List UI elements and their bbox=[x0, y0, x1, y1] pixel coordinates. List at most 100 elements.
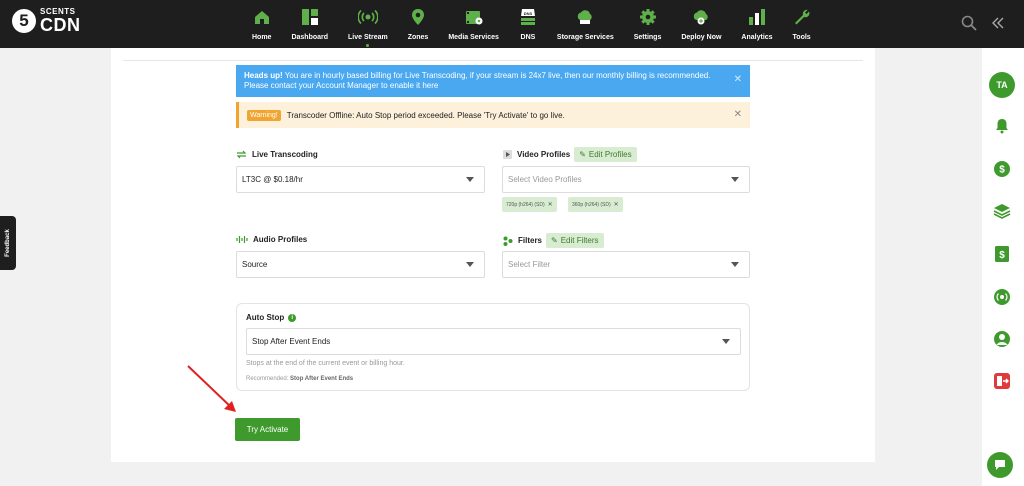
edit-profiles-button[interactable]: ✎ Edit Profiles bbox=[574, 147, 637, 162]
close-icon[interactable]: ✕ bbox=[734, 75, 742, 85]
filter-dots-icon bbox=[503, 236, 513, 246]
info-alert-title: Heads up! bbox=[244, 71, 283, 80]
profile-chip: 720p (h264) (SD) ✕ bbox=[502, 197, 557, 212]
search-icon[interactable] bbox=[961, 15, 977, 36]
nav-label: Settings bbox=[633, 34, 662, 41]
close-icon[interactable]: ✕ bbox=[734, 109, 742, 120]
select-placeholder: Select Video Profiles bbox=[508, 175, 582, 184]
nav-label: Storage Services bbox=[556, 34, 614, 41]
nav-label: Deploy Now bbox=[681, 34, 722, 41]
button-label: Edit Filters bbox=[560, 236, 599, 245]
gear-icon bbox=[639, 6, 657, 28]
label-text: Video Profiles bbox=[517, 150, 571, 159]
warning-badge: Warning! bbox=[247, 109, 281, 121]
chat-icon[interactable] bbox=[987, 452, 1013, 478]
annotation-arrow bbox=[187, 365, 236, 412]
nav-label: Dashboard bbox=[291, 34, 329, 41]
nav-label: Live Stream bbox=[348, 34, 388, 41]
live-transcoding-select[interactable]: LT3C @ $0.18/hr bbox=[236, 166, 485, 193]
cloud-deploy-icon bbox=[691, 6, 711, 28]
media-film-icon bbox=[465, 6, 483, 28]
auto-stop-recommendation: Recommended: Stop After Event Ends bbox=[246, 376, 353, 382]
select-value: Stop After Event Ends bbox=[252, 337, 331, 346]
nav-storage-services[interactable]: Storage Services bbox=[557, 6, 614, 41]
avatar[interactable]: TA bbox=[989, 72, 1015, 98]
rec-label: Recommended: bbox=[246, 376, 289, 382]
bell-icon[interactable] bbox=[992, 116, 1012, 136]
live-broadcast-icon[interactable] bbox=[992, 287, 1012, 307]
label-text: Filters bbox=[518, 236, 543, 245]
nav-label: DNS bbox=[520, 34, 536, 41]
nav-settings[interactable]: Settings bbox=[633, 6, 662, 41]
remove-icon[interactable]: ✕ bbox=[614, 201, 619, 208]
warning-alert: Warning! Transcoder Offline: Auto Stop p… bbox=[236, 102, 750, 128]
filter-select[interactable]: Select Filter bbox=[502, 251, 750, 278]
live-transcoding-label: Live Transcoding bbox=[236, 150, 318, 159]
dashboard-icon bbox=[301, 6, 319, 28]
warning-alert-text: Transcoder Offline: Auto Stop period exc… bbox=[286, 110, 565, 120]
info-icon[interactable]: i bbox=[288, 313, 297, 322]
feedback-tab[interactable]: Feedback bbox=[0, 216, 16, 270]
cloud-storage-icon bbox=[575, 6, 595, 28]
nav-analytics[interactable]: Analytics bbox=[741, 6, 773, 41]
label-text: Auto Stop bbox=[246, 313, 285, 322]
chevron-down-icon bbox=[722, 339, 730, 344]
nav-dns[interactable]: DNS DNS bbox=[519, 6, 537, 41]
svg-text:$: $ bbox=[999, 250, 1005, 261]
nav-tools[interactable]: Tools bbox=[793, 6, 811, 41]
nav-dashboard[interactable]: Dashboard bbox=[291, 6, 328, 41]
label-text: Live Transcoding bbox=[252, 150, 318, 159]
video-profiles-select[interactable]: Select Video Profiles bbox=[502, 166, 750, 193]
nav-live-stream[interactable]: Live Stream bbox=[348, 6, 388, 47]
chevron-down-icon bbox=[731, 262, 739, 267]
select-placeholder: Select Filter bbox=[508, 260, 551, 269]
profile-chip: 360p (h264) (SD) ✕ bbox=[568, 197, 623, 212]
active-indicator bbox=[366, 44, 370, 47]
button-label: Edit Profiles bbox=[588, 150, 632, 159]
support-agent-icon[interactable] bbox=[992, 329, 1012, 349]
nav-label: Analytics bbox=[741, 34, 773, 41]
audio-profiles-label: Audio Profiles bbox=[236, 235, 307, 244]
nav-label: Home bbox=[252, 34, 272, 41]
auto-stop-select[interactable]: Stop After Event Ends bbox=[246, 328, 741, 355]
remove-icon[interactable]: ✕ bbox=[548, 201, 553, 208]
select-value: Source bbox=[242, 260, 268, 269]
location-pin-icon bbox=[410, 6, 426, 28]
nav-media-services[interactable]: Media Services bbox=[448, 6, 499, 41]
select-value: LT3C @ $0.18/hr bbox=[242, 175, 303, 184]
auto-stop-help: Stops at the end of the current event or… bbox=[246, 360, 405, 367]
logout-icon[interactable] bbox=[992, 371, 1012, 391]
billing-dollar-icon[interactable]: $ bbox=[992, 159, 1012, 179]
chevron-down-icon bbox=[731, 177, 739, 182]
nav-home[interactable]: Home bbox=[252, 6, 271, 41]
transcoding-icon bbox=[236, 150, 247, 159]
top-navbar: 5 SCENTS CDN Home Dashboard Live Stream bbox=[0, 0, 1024, 48]
video-profiles-label: Video Profiles ✎ Edit Profiles bbox=[503, 147, 637, 162]
video-play-icon bbox=[503, 150, 512, 159]
invoice-icon[interactable]: $ bbox=[992, 244, 1012, 264]
right-sidebar: TA $ $ bbox=[982, 48, 1024, 486]
info-alert: Heads up! You are in hourly based billin… bbox=[236, 65, 750, 97]
chevron-down-icon bbox=[466, 177, 474, 182]
nav-zones[interactable]: Zones bbox=[408, 6, 428, 41]
home-icon bbox=[253, 6, 271, 28]
svg-text:$: $ bbox=[999, 165, 1005, 176]
feedback-label: Feedback bbox=[5, 229, 11, 257]
layers-icon[interactable] bbox=[992, 201, 1012, 221]
chevron-down-icon bbox=[466, 262, 474, 267]
try-activate-button[interactable]: Try Activate bbox=[235, 418, 300, 441]
logo[interactable]: 5 SCENTS CDN bbox=[12, 8, 81, 34]
logo-text-bottom: CDN bbox=[40, 15, 81, 35]
divider bbox=[123, 60, 863, 61]
nav-deploy-now[interactable]: Deploy Now bbox=[681, 6, 721, 41]
svg-text:DNS: DNS bbox=[524, 11, 533, 16]
bar-chart-icon bbox=[748, 6, 766, 28]
nav-label: Tools bbox=[792, 34, 811, 41]
collapse-chevrons-icon[interactable] bbox=[990, 15, 1006, 36]
info-alert-text: You are in hourly based billing for Live… bbox=[244, 71, 711, 90]
logo-mark: 5 bbox=[12, 9, 36, 33]
audio-profiles-select[interactable]: Source bbox=[236, 251, 485, 278]
chip-label: 720p (h264) (SD) bbox=[506, 201, 545, 208]
rec-value: Stop After Event Ends bbox=[290, 376, 354, 382]
edit-filters-button[interactable]: ✎ Edit Filters bbox=[546, 233, 604, 248]
